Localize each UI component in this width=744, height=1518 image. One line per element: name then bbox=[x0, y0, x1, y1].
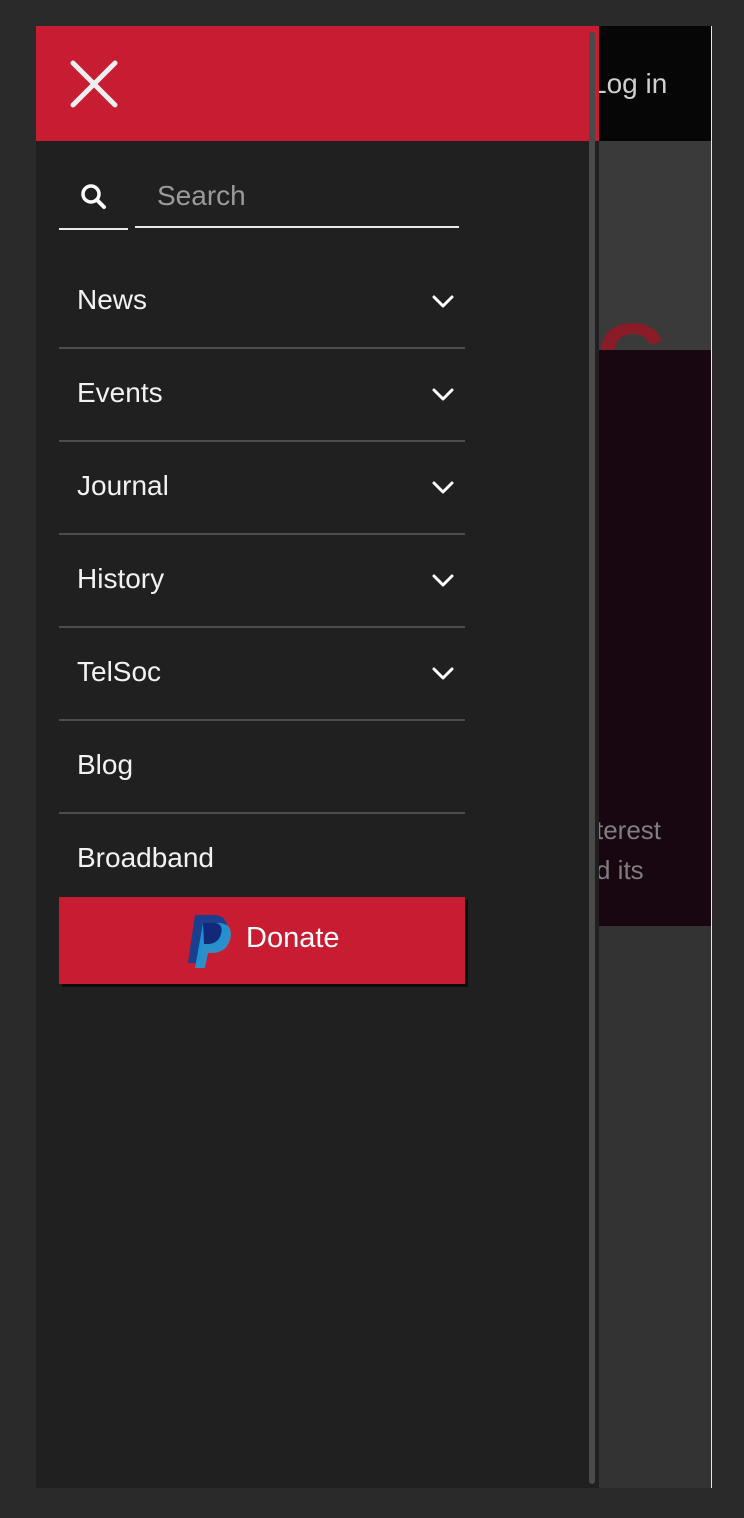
drawer-scrollbar[interactable] bbox=[589, 32, 595, 1484]
nav-item-label: Journal bbox=[77, 470, 169, 501]
nav-item-label: Events bbox=[77, 377, 163, 408]
login-link[interactable]: Log in bbox=[591, 68, 667, 100]
nav-item-blog[interactable]: Blog bbox=[59, 721, 465, 814]
chevron-down-icon[interactable] bbox=[431, 662, 455, 686]
chevron-down-icon[interactable] bbox=[431, 569, 455, 593]
donate-button[interactable]: Donate bbox=[59, 897, 465, 984]
nav-drawer: News Events Journal History TelSoc Blog … bbox=[36, 26, 599, 1488]
nav-item-label: News bbox=[77, 284, 148, 315]
nav-item-broadband[interactable]: Broadband bbox=[59, 814, 465, 905]
nav-menu: News Events Journal History TelSoc Blog … bbox=[59, 256, 465, 905]
nav-item-journal[interactable]: Journal bbox=[59, 442, 465, 535]
nav-item-label: TelSoc bbox=[77, 656, 162, 687]
close-button[interactable] bbox=[64, 54, 124, 114]
nav-item-label: Blog bbox=[77, 749, 134, 780]
donate-label: Donate bbox=[246, 922, 340, 954]
chevron-down-icon[interactable] bbox=[431, 290, 455, 314]
nav-item-news[interactable]: News bbox=[59, 256, 465, 349]
hero-line: terest bbox=[596, 815, 662, 845]
nav-item-label: History bbox=[77, 563, 165, 594]
paypal-icon bbox=[188, 915, 231, 968]
drawer-header bbox=[36, 26, 599, 141]
close-icon bbox=[70, 60, 118, 108]
nav-item-telsoc[interactable]: TelSoc bbox=[59, 628, 465, 721]
search-button[interactable] bbox=[59, 171, 128, 230]
nav-item-events[interactable]: Events bbox=[59, 349, 465, 442]
hero-text: terest d its bbox=[596, 810, 711, 890]
search-bar bbox=[59, 171, 459, 230]
chevron-down-icon[interactable] bbox=[431, 476, 455, 500]
nav-item-label: Broadband bbox=[77, 842, 215, 873]
search-icon bbox=[81, 184, 106, 209]
chevron-down-icon[interactable] bbox=[431, 383, 455, 407]
hero-line: d its bbox=[596, 855, 644, 885]
search-input[interactable] bbox=[135, 171, 459, 228]
nav-item-history[interactable]: History bbox=[59, 535, 465, 628]
